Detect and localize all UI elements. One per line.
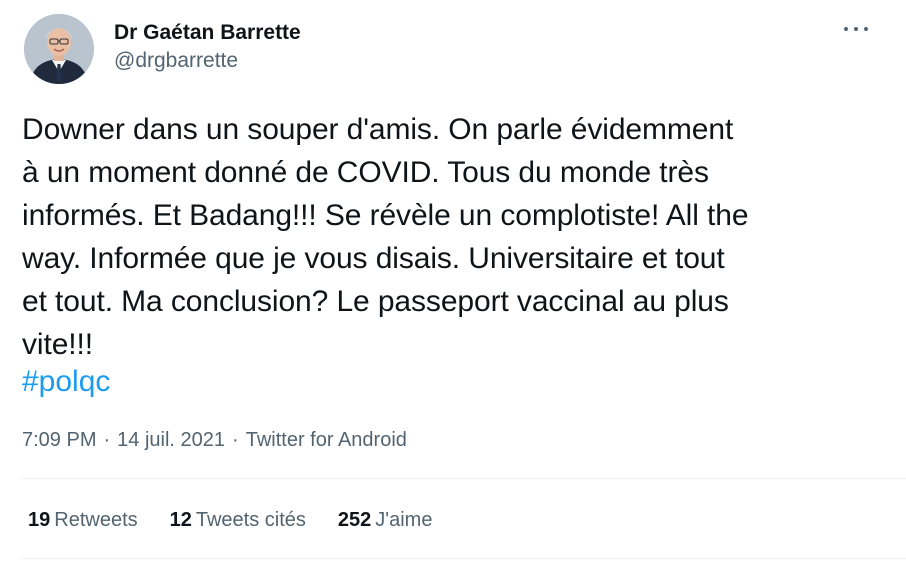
dot [864, 27, 868, 31]
author-names: Dr Gaétan Barrette @drgbarrette [114, 19, 301, 75]
tweet-source[interactable]: Twitter for Android [246, 426, 407, 454]
divider [22, 478, 906, 479]
tweet-meta: 7:09 PM · 14 juil. 2021 · Twitter for An… [22, 426, 407, 454]
meta-separator: · [103, 429, 111, 451]
hashtag-link[interactable]: #polqc [22, 360, 110, 403]
profile-photo-icon [24, 14, 94, 84]
divider [22, 558, 906, 559]
tweet-card: Dr Gaétan Barrette @drgbarrette Downer d… [0, 0, 906, 572]
retweets-count: 19 [28, 509, 51, 531]
dot [844, 27, 848, 31]
avatar[interactable] [24, 14, 94, 84]
likes-count: 252 [337, 509, 372, 531]
author-display-name[interactable]: Dr Gaétan Barrette [114, 19, 301, 47]
tweet-stats: 19 Retweets 12 Tweets cités 252 J'aime [28, 506, 464, 534]
quote-tweets-stat[interactable]: 12 Tweets cités [170, 506, 306, 534]
dot [854, 27, 858, 31]
tweet-header: Dr Gaétan Barrette @drgbarrette [24, 14, 301, 84]
likes-stat[interactable]: 252 J'aime [338, 506, 433, 534]
retweets-stat[interactable]: 19 Retweets [28, 506, 138, 534]
more-options-icon[interactable] [844, 22, 868, 36]
meta-separator: · [232, 429, 239, 451]
retweets-label: Retweets [54, 509, 138, 531]
tweet-time[interactable]: 7:09 PM [22, 426, 96, 454]
likes-label: J'aime [375, 509, 433, 531]
author-handle[interactable]: @drgbarrette [114, 47, 301, 75]
quotes-label: Tweets cités [195, 509, 306, 531]
quotes-count: 12 [169, 509, 192, 531]
tweet-text: Downer dans un souper d'amis. On parle é… [22, 113, 749, 361]
tweet-date[interactable]: 14 juil. 2021 [117, 426, 225, 454]
